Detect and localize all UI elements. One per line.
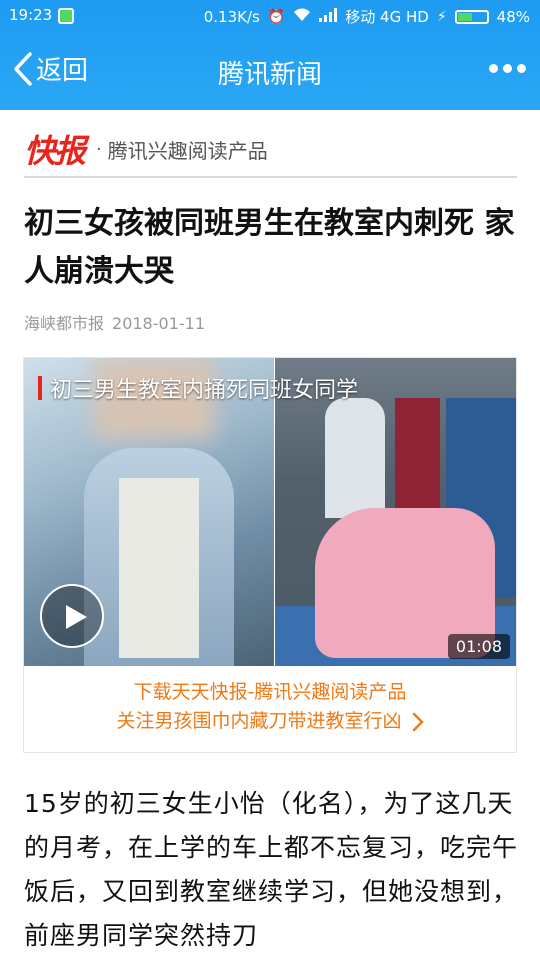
app-header: 19:23 0.13K/s ⏰ 移动 4G HD ⚡ 48% 返回 腾讯新闻 — [0, 0, 540, 110]
navigation-bar: 返回 腾讯新闻 — [0, 42, 540, 100]
status-time: 19:23 — [9, 6, 53, 24]
status-right: 0.13K/s ⏰ 移动 4G HD ⚡ 48% — [204, 6, 530, 27]
carrier-label: 移动 4G HD — [345, 8, 429, 26]
network-speed: 0.13K/s — [203, 7, 260, 26]
battery-icon — [454, 9, 489, 24]
play-icon — [66, 605, 87, 629]
promo-line-2: 关注男孩围巾内藏刀带进教室行凶 — [116, 710, 402, 732]
charging-icon: ⚡ — [436, 8, 447, 25]
status-bar: 19:23 0.13K/s ⏰ 移动 4G HD ⚡ 48% — [0, 0, 540, 32]
article-date: 2018-01-11 — [112, 314, 205, 333]
video-card: 初三男生教室内捅死同班女同学 01:08 下载天天快报-腾讯兴趣阅读产品 关注男… — [23, 357, 517, 753]
brand-header[interactable]: 快报 · 腾讯兴趣阅读产品 — [24, 122, 517, 178]
kuaibao-logo: 快报 — [24, 132, 86, 170]
chevron-right-icon — [412, 712, 424, 731]
title-accent-bar — [38, 376, 42, 400]
video-player[interactable]: 初三男生教室内捅死同班女同学 01:08 — [24, 358, 516, 666]
video-duration: 01:08 — [447, 634, 510, 659]
article-headline: 初三女孩被同班男生在教室内刺死 家人崩溃大哭 — [24, 206, 515, 289]
sim-icon — [58, 8, 74, 24]
article-meta: 海峡都市报 2018-01-11 — [24, 310, 205, 334]
page-title: 腾讯新闻 — [217, 60, 322, 90]
promo-line-1: 下载天天快报-腾讯兴趣阅读产品 — [133, 681, 407, 703]
video-title-text: 初三男生教室内捅死同班女同学 — [50, 378, 359, 403]
signal-icon — [319, 7, 338, 26]
article-source: 海峡都市报 — [24, 314, 105, 333]
battery-percent: 48% — [496, 7, 530, 26]
wifi-icon — [293, 8, 311, 26]
brand-separator: · — [96, 138, 102, 160]
alarm-icon: ⏰ — [267, 8, 286, 25]
article-body: 15岁的初三女生小怡（化名），为了这几天的月考，在上学的车上都不忘复习，吃完午饭… — [24, 789, 519, 950]
video-frame-right — [275, 358, 516, 666]
more-dots-icon[interactable] — [489, 64, 526, 73]
download-promo[interactable]: 下载天天快报-腾讯兴趣阅读产品 关注男孩围巾内藏刀带进教室行凶 — [24, 678, 516, 736]
brand-subtitle: 腾讯兴趣阅读产品 — [107, 138, 268, 163]
video-title: 初三男生教室内捅死同班女同学 — [38, 372, 358, 404]
play-button[interactable] — [40, 584, 104, 648]
